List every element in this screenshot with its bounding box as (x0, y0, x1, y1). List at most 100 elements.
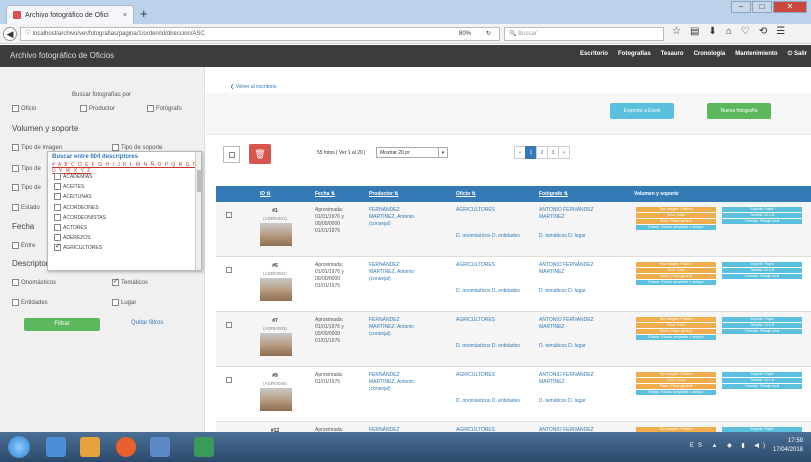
new-photo-button[interactable]: Nueva fotografía (707, 103, 771, 119)
list-item[interactable]: ADEREZOS (54, 234, 106, 244)
checkbox[interactable] (54, 173, 61, 180)
row-id[interactable]: #7 (ADRI0003) (260, 318, 290, 332)
checkbox[interactable] (147, 105, 154, 112)
checkbox[interactable] (54, 234, 61, 242)
reload-icon[interactable]: ↻ (486, 28, 491, 40)
checkbox-checked[interactable] (112, 277, 119, 286)
checkbox[interactable] (54, 213, 61, 221)
delete-button[interactable]: 🗑 (249, 144, 271, 164)
download-icon[interactable]: ⬇ (708, 26, 716, 37)
search-bar[interactable]: 🔍 Buscar (504, 27, 664, 41)
list-item[interactable]: ACORDEONISTAS (54, 213, 106, 224)
row-fotografo[interactable]: ANTONIO FERNÁNDEZ MARTÍNEZ D. temáticos … (539, 207, 619, 239)
check-lugar[interactable]: Lugar (112, 299, 136, 306)
checkbox[interactable] (12, 299, 19, 306)
row-productor[interactable]: FERNÁNDEZ MARTÍNEZ, Antonio (consejal) (369, 207, 427, 228)
sync-icon[interactable]: ⟲ (759, 26, 767, 37)
new-tab-button[interactable]: + (140, 6, 148, 21)
spreadsheet-icon[interactable] (194, 437, 214, 457)
checkbox[interactable] (112, 144, 119, 151)
app-icon[interactable] (150, 437, 170, 457)
check-estado[interactable]: Estado (12, 204, 40, 211)
browser-tab[interactable]: Archivo fotográfico de Ofici × (6, 5, 134, 24)
check-entidades[interactable]: Entidades (12, 299, 48, 306)
photo-thumbnail[interactable] (260, 223, 292, 246)
row-checkbox[interactable] (226, 377, 232, 383)
page-next[interactable]: » (558, 146, 570, 159)
table-row[interactable]: #9 (ADRI0006) Aproximada: 01/01/1976 FER… (216, 367, 811, 422)
list-item[interactable]: ACEITUNAS (54, 193, 106, 203)
row-oficio[interactable]: AGRICULTORES D. onomásticos D. entidades (456, 372, 520, 404)
row-productor[interactable]: FERNÁNDEZ MARTÍNEZ, Antonio (consejal) (369, 372, 427, 393)
per-page-select[interactable]: Mostrar 20 pr ▾ (376, 147, 448, 158)
list-item[interactable]: ACORDEONES (54, 203, 106, 214)
table-row[interactable]: #5 (ADRI0002) Aproximada: 01/01/1976 y 0… (216, 257, 811, 312)
row-checkbox[interactable] (226, 267, 232, 273)
checkbox[interactable] (229, 152, 235, 158)
checkbox-checked[interactable] (54, 242, 61, 252)
row-oficio[interactable]: AGRICULTORES D. onomásticos D. entidades (456, 262, 520, 294)
row-fotografo[interactable]: ANTONIO FERNÁNDEZ MARTÍNEZ D. temáticos … (539, 372, 619, 404)
close-window-button[interactable]: ✕ (773, 1, 807, 13)
checkbox[interactable] (12, 242, 19, 249)
table-row[interactable]: #1 (ADRI0461) Aproximada: 01/01/1976 y 0… (216, 202, 811, 257)
nav-tesauro[interactable]: Tesauro (661, 51, 684, 58)
select-all-checkbox[interactable] (223, 146, 240, 163)
back-button[interactable]: ◀ (3, 27, 17, 41)
list-item[interactable]: AGRICULTORES (54, 242, 106, 254)
scroll-thumb[interactable] (197, 170, 201, 192)
checkbox[interactable] (12, 279, 19, 286)
minimize-button[interactable]: – (731, 1, 751, 13)
filtrar-button[interactable]: Filtrar (24, 318, 100, 331)
row-productor[interactable]: FERNÁNDEZ MARTÍNEZ, Antonio (consejal) (369, 262, 427, 283)
row-oficio[interactable]: AGRICULTORES D. onomásticos D. entidades (456, 207, 520, 239)
pocket-icon[interactable]: ♡ (741, 26, 750, 37)
check-tipo-2[interactable]: Tipo de (12, 165, 41, 172)
bookmark-star-icon[interactable]: ☆ (672, 26, 681, 37)
check-tematicos[interactable]: Temáticos (112, 277, 148, 286)
row-fotografo[interactable]: ANTONIO FERNÁNDEZ MARTÍNEZ D. temáticos … (539, 317, 619, 349)
check-onomasticos[interactable]: Onomásticos (12, 279, 56, 286)
export-excel-button[interactable]: Exportar a Excel (610, 103, 674, 119)
header-productor[interactable]: Productor ⇅ (369, 191, 398, 197)
list-item[interactable]: ACADEMIAS (54, 173, 106, 183)
nav-escritorio[interactable]: Escritorio (580, 51, 608, 58)
start-button[interactable] (8, 436, 30, 458)
folder-icon[interactable] (80, 437, 100, 457)
quitar-filtros-link[interactable]: Quitar filtros (131, 320, 163, 326)
checkbox[interactable] (12, 204, 19, 211)
nav-mantenimiento[interactable]: Mantenimiento (735, 51, 777, 58)
checkbox[interactable] (12, 184, 19, 191)
table-row[interactable]: #7 (ADRI0003) Aproximada: 01/01/1976 y 0… (216, 312, 811, 367)
row-id[interactable]: #1 (ADRI0461) (260, 208, 290, 222)
firefox-icon[interactable] (116, 437, 136, 457)
header-fecha[interactable]: Fecha ⇅ (315, 191, 335, 197)
checkbox[interactable] (12, 105, 19, 112)
url-bar[interactable]: ⓘ localhost/archivo/ver/fotografias/pagi… (20, 27, 500, 41)
zoom-level[interactable]: 80% (459, 28, 471, 40)
home-icon[interactable]: ⌂ (726, 26, 732, 37)
checkbox[interactable] (112, 299, 119, 306)
check-oficio[interactable]: Oficio (12, 105, 36, 112)
popup-scrollbar[interactable] (195, 152, 201, 270)
check-productor[interactable]: Productor (80, 105, 115, 112)
volver-link[interactable]: ❮ Volver al escritorio (230, 84, 276, 90)
header-id[interactable]: ID ⇅ (260, 191, 271, 197)
row-id[interactable]: #5 (ADRI0002) (260, 263, 290, 277)
nav-fotografias[interactable]: Fotografías (618, 51, 651, 58)
checkbox[interactable] (54, 193, 61, 201)
reading-list-icon[interactable]: ▤ (690, 26, 699, 37)
row-id[interactable]: #9 (ADRI0006) (260, 373, 290, 387)
photo-thumbnail[interactable] (260, 333, 292, 356)
header-fotografo[interactable]: Fotógrafo ⇅ (539, 191, 568, 197)
maximize-button[interactable]: □ (752, 1, 772, 13)
photo-thumbnail[interactable] (260, 388, 292, 411)
menu-icon[interactable]: ☰ (776, 26, 785, 37)
check-tipo-3[interactable]: Tipo de (12, 184, 41, 191)
checkbox[interactable] (54, 183, 61, 191)
row-productor[interactable]: FERNÁNDEZ MARTÍNEZ, Antonio (consejal) (369, 317, 427, 338)
explorer-icon[interactable] (46, 437, 66, 457)
checkbox[interactable] (54, 203, 61, 211)
tab-close-icon[interactable]: × (123, 12, 127, 19)
check-entre[interactable]: Entre (12, 242, 35, 249)
